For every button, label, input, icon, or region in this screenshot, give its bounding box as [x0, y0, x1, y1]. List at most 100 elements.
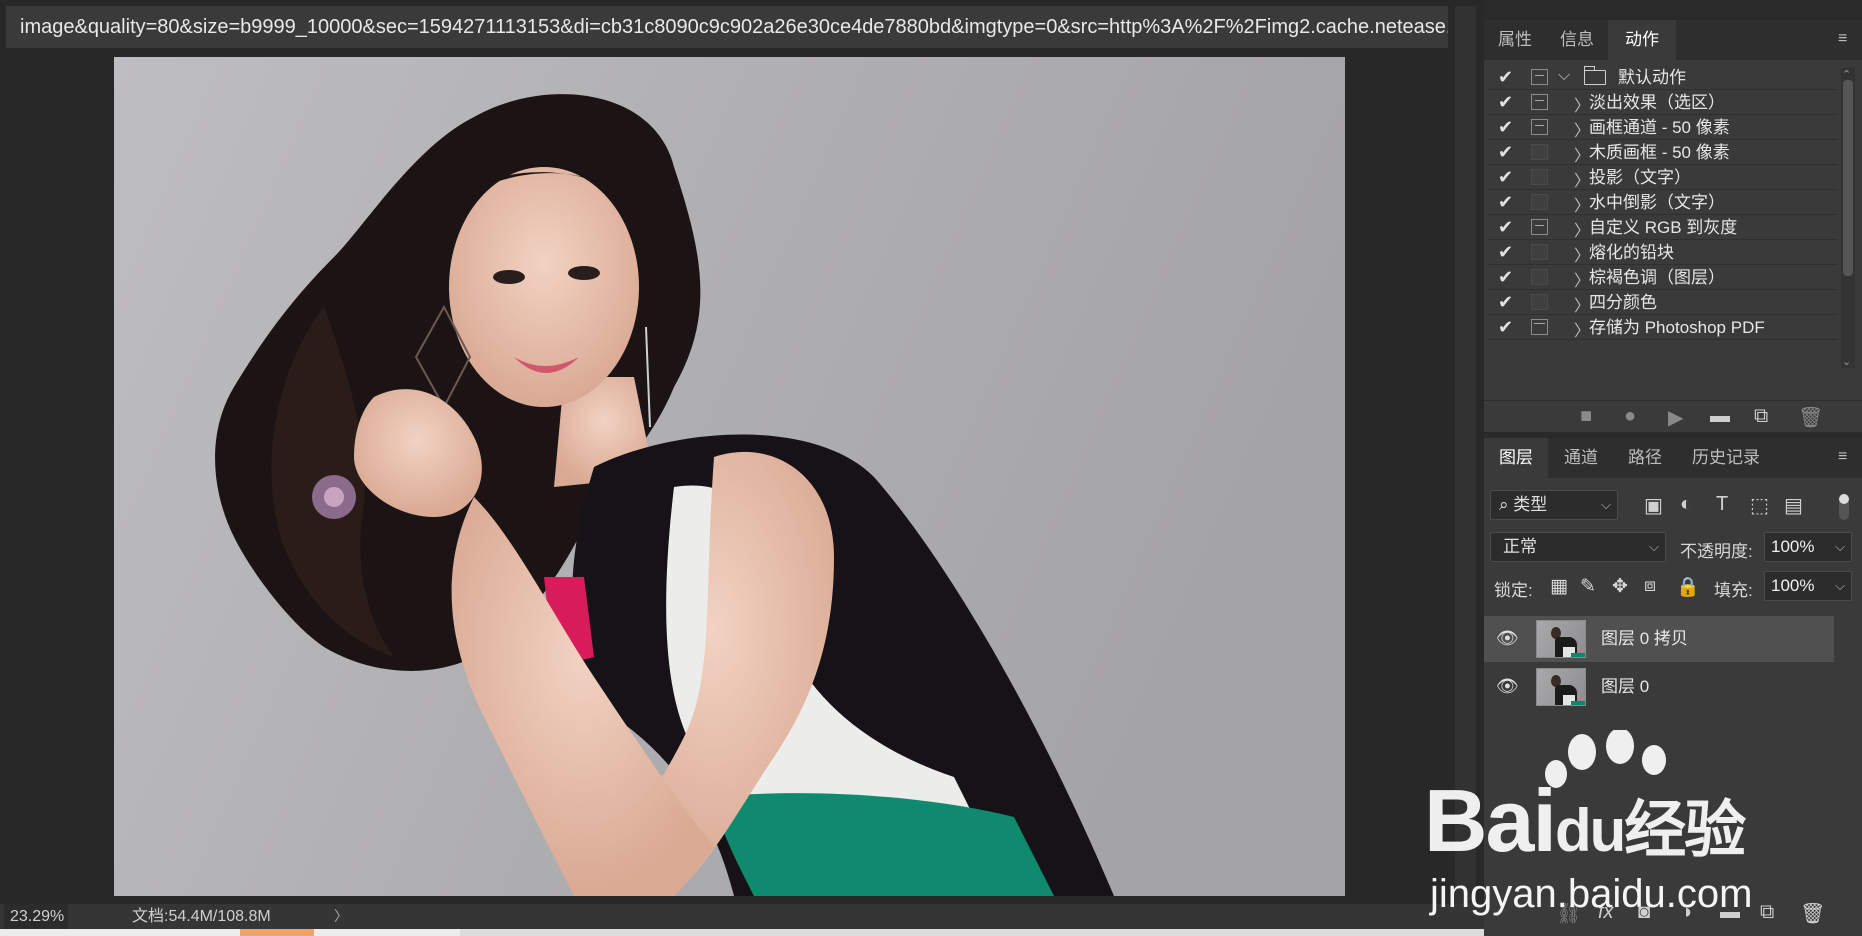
checkmark-icon[interactable]: ✔ — [1498, 167, 1513, 188]
chevron-right-icon[interactable]: 〉 — [1574, 217, 1590, 241]
action-row[interactable]: ✔ 〉木质画框 - 50 像素 — [1488, 140, 1838, 165]
action-row[interactable]: ✔ 〉自定义 RGB 到灰度 — [1488, 215, 1838, 240]
dialog-toggle-icon[interactable] — [1531, 169, 1548, 185]
image-filter-icon[interactable]: ▣ — [1644, 493, 1663, 518]
chevron-right-icon[interactable]: 〉 — [1574, 92, 1590, 116]
document-size-info[interactable]: 文档:54.4M/108.8M — [132, 904, 271, 929]
tab-channels[interactable]: 通道 — [1548, 438, 1614, 478]
checkmark-icon[interactable]: ✔ — [1498, 117, 1513, 138]
zoom-level[interactable]: 23.29% — [4, 904, 68, 929]
checkmark-icon[interactable]: ✔ — [1498, 267, 1513, 288]
checkmark-icon[interactable]: ✔ — [1498, 142, 1513, 163]
mask-icon[interactable]: ◙ — [1638, 901, 1650, 924]
panel-menu-icon[interactable]: ≡ — [1838, 31, 1854, 47]
layer-name[interactable]: 图层 0 拷贝 — [1601, 616, 1688, 662]
checkmark-icon[interactable]: ✔ — [1498, 67, 1513, 88]
filter-toggle[interactable] — [1839, 494, 1849, 520]
document-scrollbar[interactable] — [1455, 6, 1476, 904]
tab-actions[interactable]: 动作 — [1608, 20, 1676, 60]
link-icon[interactable]: ⛓ — [1556, 901, 1581, 926]
chevron-right-icon[interactable]: 〉 — [1574, 167, 1590, 191]
tab-properties[interactable]: 属性 — [1484, 20, 1546, 60]
text-filter-icon[interactable]: T — [1716, 493, 1728, 516]
play-icon[interactable]: ▶ — [1668, 405, 1683, 430]
lock-position-icon[interactable]: ✥ — [1612, 575, 1628, 598]
chevron-down-icon[interactable]: ⌵ — [1835, 533, 1845, 561]
dialog-toggle-icon[interactable] — [1531, 144, 1548, 160]
dialog-toggle-icon[interactable] — [1531, 294, 1548, 310]
new-action-icon[interactable]: ⧉ — [1754, 405, 1768, 428]
checkmark-icon[interactable]: ✔ — [1498, 92, 1513, 113]
chevron-right-icon[interactable]: 〉 — [1574, 142, 1590, 166]
action-row[interactable]: ✔ 〉画框通道 - 50 像素 — [1488, 115, 1838, 140]
dialog-toggle-icon[interactable] — [1531, 69, 1548, 85]
lock-pixels-icon[interactable]: ✎ — [1580, 575, 1596, 598]
tab-history[interactable]: 历史记录 — [1676, 438, 1776, 478]
chevron-right-icon[interactable]: 〉 — [1574, 117, 1590, 141]
shape-filter-icon[interactable]: ⬚ — [1750, 493, 1769, 518]
fill-input[interactable]: 100% ⌵ — [1764, 571, 1852, 601]
tab-info[interactable]: 信息 — [1546, 20, 1608, 60]
canvas[interactable] — [114, 57, 1345, 896]
stop-icon[interactable]: ■ — [1580, 405, 1592, 428]
eye-icon[interactable]: 👁 — [1496, 628, 1519, 649]
chevron-down-icon[interactable]: ⌵ — [1835, 572, 1845, 600]
dialog-toggle-icon[interactable] — [1531, 244, 1548, 260]
checkmark-icon[interactable]: ✔ — [1498, 292, 1513, 313]
new-layer-icon[interactable]: ⧉ — [1760, 901, 1774, 924]
dialog-toggle-icon[interactable] — [1531, 94, 1548, 110]
opacity-input[interactable]: 100% ⌵ — [1764, 532, 1852, 562]
smart-object-filter-icon[interactable]: ▤ — [1784, 493, 1803, 518]
layer-row[interactable]: 👁 图层 0 拷贝 — [1484, 616, 1834, 662]
status-menu-arrow-icon[interactable]: 〉 — [334, 904, 348, 929]
action-row[interactable]: ✔ 〉水中倒影（文字） — [1488, 190, 1838, 215]
dialog-toggle-icon[interactable] — [1531, 219, 1548, 235]
new-set-icon[interactable]: ▬ — [1710, 405, 1730, 428]
chevron-down-icon[interactable]: ⌵ — [1558, 67, 1570, 85]
record-icon[interactable]: ● — [1624, 405, 1636, 428]
trash-icon[interactable]: 🗑 — [1800, 901, 1825, 926]
actions-scrollbar[interactable]: ⌃ ⌄ — [1841, 68, 1855, 368]
action-row[interactable]: ✔ 〉棕褐色调（图层） — [1488, 265, 1838, 290]
layer-name[interactable]: 图层 0 — [1601, 664, 1649, 710]
checkmark-icon[interactable]: ✔ — [1498, 217, 1513, 238]
delete-icon[interactable]: 🗑 — [1798, 405, 1823, 430]
chevron-right-icon[interactable]: 〉 — [1574, 242, 1590, 266]
panel-menu-icon[interactable]: ≡ — [1838, 449, 1854, 465]
chevron-right-icon[interactable]: 〉 — [1574, 317, 1590, 341]
layer-filter-select[interactable]: ⌕ 类型 ⌵ — [1490, 490, 1618, 520]
taskbar-strip — [0, 929, 1484, 936]
action-row[interactable]: ✔ 〉四分颜色 — [1488, 290, 1838, 315]
chevron-right-icon[interactable]: 〉 — [1574, 292, 1590, 316]
fx-icon[interactable]: fx — [1598, 901, 1614, 924]
tab-paths[interactable]: 路径 — [1614, 438, 1676, 478]
adjustment-icon[interactable]: ◑ — [1680, 901, 1692, 924]
checkmark-icon[interactable]: ✔ — [1498, 192, 1513, 213]
lock-all-icon[interactable]: 🔒 — [1676, 575, 1700, 599]
blend-mode-select[interactable]: 正常 ⌵ — [1490, 532, 1666, 562]
lock-artboard-icon[interactable]: ⧈ — [1644, 575, 1656, 597]
scrollbar-thumb[interactable] — [1843, 80, 1853, 276]
dialog-toggle-icon[interactable] — [1531, 194, 1548, 210]
tab-layers[interactable]: 图层 — [1484, 438, 1548, 478]
dialog-toggle-icon[interactable] — [1531, 319, 1548, 335]
checkmark-icon[interactable]: ✔ — [1498, 242, 1513, 263]
chevron-right-icon[interactable]: 〉 — [1574, 267, 1590, 291]
eye-icon[interactable]: 👁 — [1496, 676, 1519, 697]
scroll-down-icon[interactable]: ⌄ — [1842, 355, 1851, 368]
layer-row[interactable]: 👁 图层 0 — [1484, 664, 1834, 710]
checkmark-icon[interactable]: ✔ — [1498, 317, 1513, 338]
action-row[interactable]: ✔ 〉淡出效果（选区） — [1488, 90, 1838, 115]
action-row[interactable]: ✔ 〉熔化的铅块 — [1488, 240, 1838, 265]
document-tab[interactable]: image&quality=80&size=b9999_10000&sec=15… — [6, 6, 1448, 48]
lock-transparency-icon[interactable]: ▦ — [1550, 575, 1568, 598]
action-set-label: 默认动作 — [1618, 68, 1686, 87]
chevron-right-icon[interactable]: 〉 — [1574, 192, 1590, 216]
group-icon[interactable]: ▬ — [1720, 901, 1740, 924]
adjustment-filter-icon[interactable]: ◐ — [1680, 493, 1692, 516]
dialog-toggle-icon[interactable] — [1531, 269, 1548, 285]
action-row[interactable]: ✔ 〉投影（文字） — [1488, 165, 1838, 190]
action-set-row[interactable]: ✔ ⌵ 默认动作 — [1488, 65, 1838, 90]
dialog-toggle-icon[interactable] — [1531, 119, 1548, 135]
action-row[interactable]: ✔ 〉存储为 Photoshop PDF — [1488, 315, 1838, 340]
